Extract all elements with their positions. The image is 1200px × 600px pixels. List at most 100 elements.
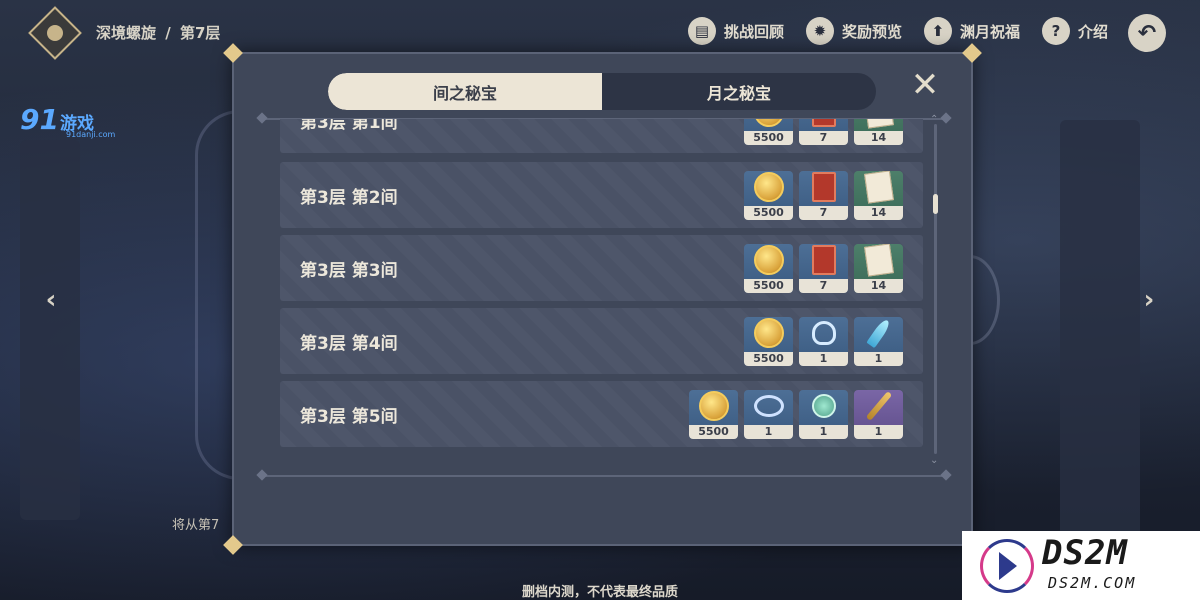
artifact-goblet-icon <box>811 321 836 345</box>
reward-item[interactable]: 1 <box>799 317 848 366</box>
reward-quantity: 5500 <box>744 279 793 293</box>
breadcrumb: 深境螺旋 / 第7层 <box>96 22 220 43</box>
reward-quantity: 1 <box>854 352 903 366</box>
reward-tabs: 间之秘宝 月之秘宝 <box>328 73 876 110</box>
top-action-label: 渊月祝福 <box>959 22 1020 41</box>
reward-item[interactable]: 1 <box>854 390 903 439</box>
chamber-row: 第3层 第4间 5500 1 1 <box>280 308 923 374</box>
artifact-feather-icon <box>865 317 892 349</box>
reward-item[interactable]: 7 <box>799 244 848 293</box>
weapon-polearm-icon <box>865 391 892 421</box>
spiral-abyss-emblem-icon <box>28 6 82 60</box>
reward-item[interactable]: 14 <box>854 244 903 293</box>
tab-chamber-treasure[interactable]: 间之秘宝 <box>328 73 602 110</box>
previous-floor-arrow-icon[interactable]: ‹ <box>38 285 64 315</box>
back-arrow-icon: ↶ <box>1137 20 1157 46</box>
close-icon: ✕ <box>910 65 940 105</box>
ds2m-url: DS2M.COM <box>1048 574 1137 592</box>
reward-item[interactable]: 1 <box>854 317 903 366</box>
reward-quantity: 1 <box>854 425 903 439</box>
hero-wit-book-icon <box>811 119 836 127</box>
watermark-number: 91 <box>20 103 59 136</box>
mora-coin-icon <box>753 245 784 275</box>
close-button[interactable]: ✕ <box>909 68 941 102</box>
reward-item[interactable]: 5500 <box>744 317 793 366</box>
reward-quantity: 14 <box>854 206 903 220</box>
reward-item[interactable]: 7 <box>799 119 848 145</box>
tab-moon-treasure[interactable]: 月之秘宝 <box>602 73 876 110</box>
reward-quantity: 5500 <box>744 206 793 220</box>
ds2m-orbit-icon <box>980 539 1034 593</box>
upload-arrow-icon: ⬆ <box>923 17 952 45</box>
divider-bottom <box>264 475 944 477</box>
chamber-label: 第3层 第3间 <box>300 261 398 281</box>
watermark-url: 91danji.com <box>66 130 116 139</box>
reward-quantity: 1 <box>799 352 848 366</box>
mora-coin-icon <box>753 318 784 348</box>
scroll-down-icon: ⌄ <box>930 455 939 466</box>
back-button[interactable]: ↶ <box>1128 14 1166 52</box>
chamber-row: 第3层 第2间 5500 7 14 <box>280 162 923 228</box>
weapon-ore-letter-icon <box>863 119 894 129</box>
artifact-circlet-icon <box>753 395 784 417</box>
reward-item[interactable]: 1 <box>744 390 793 439</box>
reward-quantity: 5500 <box>744 352 793 366</box>
hero-wit-book-icon <box>811 172 836 202</box>
reward-items: 5500 7 14 <box>744 171 903 220</box>
hero-wit-book-icon <box>811 245 836 275</box>
ds2m-watermark-logo: DS2M DS2M.COM <box>962 531 1200 600</box>
scrollbar[interactable]: ⌃ ⌄ <box>930 114 938 466</box>
reward-items: 5500 1 1 1 <box>689 390 903 439</box>
breadcrumb-separator: / <box>165 24 171 42</box>
ds2m-title: DS2M <box>1042 533 1128 573</box>
scroll-up-icon: ⌃ <box>930 114 939 125</box>
chamber-label: 第3层 第4间 <box>300 334 398 354</box>
chamber-row: 第3层 第3间 5500 7 14 <box>280 235 923 301</box>
scroll-thumb[interactable] <box>933 194 938 214</box>
question-icon: ? <box>1041 17 1070 45</box>
top-action-label: 介绍 <box>1077 22 1108 41</box>
book-icon: ▤ <box>687 17 716 45</box>
reward-item[interactable]: 7 <box>799 171 848 220</box>
reward-item[interactable]: 14 <box>854 119 903 145</box>
reward-quantity: 14 <box>854 279 903 293</box>
reward-quantity: 5500 <box>689 425 738 439</box>
gear-star-icon: ✹ <box>805 17 834 45</box>
reward-quantity: 1 <box>744 425 793 439</box>
reward-item[interactable]: 14 <box>854 171 903 220</box>
side-note: 将从第7 <box>172 518 220 533</box>
chamber-label: 第3层 第2间 <box>300 188 398 208</box>
top-action-3[interactable]: ? 介绍 <box>1041 17 1108 45</box>
reward-item[interactable]: 5500 <box>744 244 793 293</box>
artifact-flower-icon <box>811 394 836 418</box>
top-action-2[interactable]: ⬆ 渊月祝福 <box>923 17 1020 45</box>
breadcrumb-root: 深境螺旋 <box>96 24 157 42</box>
reward-items: 5500 7 14 <box>744 119 903 145</box>
top-actions: ▤ 挑战回顾 ✹ 奖励预览 ⬆ 渊月祝福? 介绍 <box>687 17 1108 45</box>
reward-items: 5500 1 1 <box>744 317 903 366</box>
reward-item[interactable]: 1 <box>799 390 848 439</box>
breadcrumb-current: 第7层 <box>179 24 221 42</box>
reward-quantity: 14 <box>854 131 903 145</box>
reward-item[interactable]: 5500 <box>744 119 793 145</box>
top-action-label: 挑战回顾 <box>723 22 784 41</box>
mora-coin-icon <box>753 172 784 202</box>
rewards-modal: 间之秘宝 月之秘宝 ✕ 第3层 第1间 5500 7 14 第3层 第2间 5500 7 14… <box>223 43 982 555</box>
watermark-91-logo: 91 游戏 91danji.com <box>20 103 115 140</box>
reward-list[interactable]: 第3层 第1间 5500 7 14 第3层 第2间 5500 7 14 第3层 第3间 5500 7… <box>280 119 925 459</box>
top-action-label: 奖励预览 <box>841 22 902 41</box>
reward-quantity: 5500 <box>744 131 793 145</box>
reward-items: 5500 7 14 <box>744 244 903 293</box>
top-action-1[interactable]: ✹ 奖励预览 <box>805 17 902 45</box>
reward-quantity: 7 <box>799 206 848 220</box>
weapon-ore-letter-icon <box>863 171 894 204</box>
next-floor-arrow-icon[interactable]: › <box>1136 285 1162 315</box>
chamber-row: 第3层 第1间 5500 7 14 <box>280 119 923 153</box>
reward-item[interactable]: 5500 <box>689 390 738 439</box>
mora-coin-icon <box>753 119 784 127</box>
reward-item[interactable]: 5500 <box>744 171 793 220</box>
mora-coin-icon <box>698 391 729 421</box>
top-action-0[interactable]: ▤ 挑战回顾 <box>687 17 784 45</box>
weapon-ore-letter-icon <box>863 244 894 277</box>
background-pillar <box>20 140 80 520</box>
